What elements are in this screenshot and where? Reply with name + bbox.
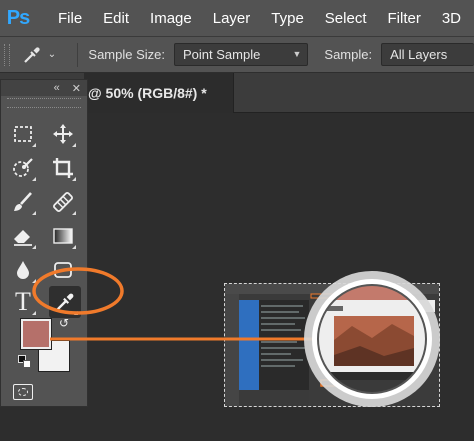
shape-icon	[54, 262, 72, 278]
sample-size-value: Point Sample	[183, 47, 261, 62]
eraser-tool[interactable]	[7, 220, 39, 252]
sample-size-select[interactable]: Point Sample ▼	[174, 43, 309, 66]
gradient-tool[interactable]	[47, 220, 79, 252]
default-colors-icon[interactable]	[18, 355, 32, 369]
tools-panel-header: « ✕	[1, 80, 87, 96]
stamp-tool[interactable]	[47, 186, 79, 218]
menu-select[interactable]: Select	[325, 10, 367, 27]
photoshop-window: Ps File Edit Image Layer Type Select Fil…	[0, 0, 474, 441]
document-tab[interactable]: @ 50% (RGB/8#) *	[84, 73, 234, 113]
move-tool[interactable]	[47, 118, 79, 150]
brush-tool[interactable]	[7, 186, 39, 218]
thumbnail-graphic	[225, 284, 439, 406]
sample-size-label: Sample Size:	[88, 47, 165, 62]
marquee-tool[interactable]	[7, 118, 39, 150]
more-tools-indicator	[32, 177, 36, 181]
more-tools-indicator	[32, 143, 36, 147]
app-logo: Ps	[6, 6, 30, 29]
quick-selection-tool[interactable]	[7, 152, 39, 184]
options-bar-grip[interactable]	[4, 43, 10, 66]
more-tools-indicator	[72, 177, 76, 181]
menu-edit[interactable]: Edit	[103, 10, 129, 27]
more-tools-indicator	[32, 211, 36, 215]
menu-type[interactable]: Type	[271, 10, 304, 27]
tool-preset-picker[interactable]: ⌄	[22, 45, 60, 65]
tools-panel-grip[interactable]	[7, 98, 81, 108]
document-tab-title: @ 50% (RGB/8#) *	[88, 85, 207, 101]
more-tools-indicator	[72, 245, 76, 249]
crop-tool[interactable]	[47, 152, 79, 184]
menu-3d[interactable]: 3D	[442, 10, 461, 27]
menu-filter[interactable]: Filter	[388, 10, 421, 27]
eyedropper-icon	[56, 293, 74, 311]
collapse-panel-icon[interactable]: «	[54, 82, 60, 94]
more-tools-indicator	[74, 311, 78, 315]
canvas-image-thumbnail	[224, 283, 440, 407]
more-tools-indicator	[72, 143, 76, 147]
menu-file[interactable]: File	[58, 10, 82, 27]
foreground-color-swatch[interactable]	[20, 318, 52, 350]
more-tools-indicator	[32, 245, 36, 249]
shape-tool[interactable]	[47, 254, 79, 286]
more-tools-indicator	[32, 279, 36, 283]
options-bar: ⌄ Sample Size: Point Sample ▼ Sample: Al…	[0, 36, 474, 73]
menu-image[interactable]: Image	[150, 10, 192, 27]
menu-layer[interactable]: Layer	[213, 10, 251, 27]
sample-value: All Layers	[390, 47, 448, 62]
close-panel-icon[interactable]: ✕	[72, 82, 81, 95]
menu-bar: Ps File Edit Image Layer Type Select Fil…	[0, 0, 474, 36]
chevron-down-icon: ▼	[292, 49, 302, 59]
more-tools-indicator	[72, 211, 76, 215]
swap-colors-icon[interactable]: ↺	[59, 316, 73, 330]
chevron-down-icon: ⌄	[47, 49, 57, 60]
quick-mask-icon[interactable]	[13, 384, 33, 400]
eyedropper-icon	[23, 46, 40, 63]
type-tool[interactable]: T	[7, 286, 39, 318]
tools-panel: « ✕ T ↺	[0, 79, 88, 407]
marquee-icon	[14, 126, 32, 142]
type-icon: T	[15, 287, 31, 316]
sample-select[interactable]: All Layers	[381, 43, 474, 66]
blur-tool[interactable]	[7, 254, 39, 286]
eyedropper-tool[interactable]	[49, 286, 81, 318]
more-tools-indicator	[32, 311, 36, 315]
divider	[77, 42, 79, 67]
sample-label: Sample:	[324, 47, 373, 62]
